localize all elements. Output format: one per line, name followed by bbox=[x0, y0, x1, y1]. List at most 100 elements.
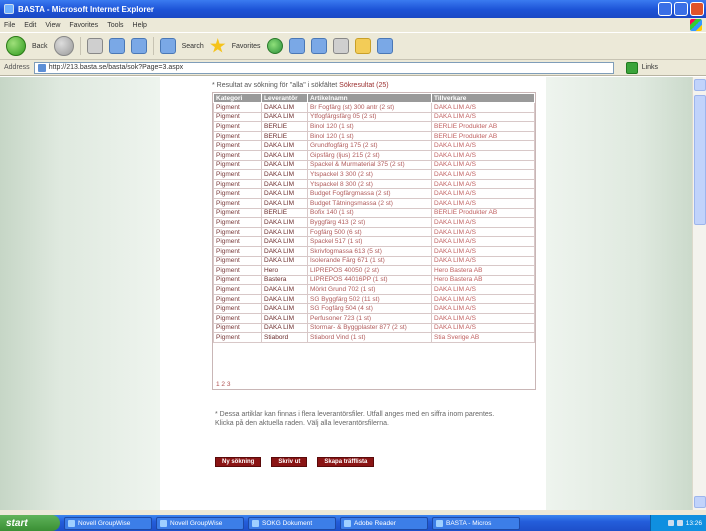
table-cell: DAKA LIM bbox=[261, 197, 308, 209]
pagination[interactable]: 1 2 3 bbox=[216, 381, 230, 388]
table-cell: Pigment bbox=[213, 265, 262, 276]
table-row[interactable]: Pigment BERLIE Binol 120 (1 st) BERLIE Prod… bbox=[213, 121, 535, 132]
print-icon[interactable] bbox=[332, 38, 349, 54]
messenger-icon[interactable] bbox=[376, 38, 393, 54]
favorites-label[interactable]: Favorites bbox=[232, 43, 261, 50]
table-cell: DAKA LIM A/S bbox=[431, 188, 535, 199]
media-icon[interactable] bbox=[266, 38, 283, 54]
table-row[interactable]: Pigment Bastera LIPREPOS 44016PP (1 st) Her… bbox=[213, 274, 535, 286]
results-heading-link[interactable]: Sökresultat (25) bbox=[339, 82, 388, 89]
scroll-thumb[interactable] bbox=[694, 95, 706, 225]
table-row[interactable]: Pigment Stiabord Stiabord Vind (1 st) Stia … bbox=[213, 332, 535, 343]
table-row[interactable]: Pigment DAKA LIM Fogfärg 500 (6 st) DAKA LI… bbox=[213, 226, 535, 238]
table-row[interactable]: Pigment DAKA LIM Budget Fogfärgmassa (2 st… bbox=[213, 188, 535, 199]
refresh-icon[interactable] bbox=[108, 38, 125, 54]
table-cell: Pigment bbox=[213, 274, 262, 286]
clock: 13:26 bbox=[685, 519, 702, 527]
table-row[interactable]: Pigment DAKA LIM Ytspackel 8 300 (2 st) DAK… bbox=[213, 178, 535, 190]
table-row[interactable]: Pigment DAKA LIM Ytfogfärgsfärg 05 (2 st) D… bbox=[213, 111, 535, 123]
results-table-body: Pigment DAKA LIM Br Fogfärg (st) 300 antr … bbox=[213, 102, 535, 343]
links-label[interactable]: Links bbox=[642, 64, 658, 71]
column-header[interactable]: Leverantör bbox=[261, 93, 308, 103]
print-button[interactable]: Skriv ut bbox=[271, 457, 308, 467]
table-cell: Pigment bbox=[213, 102, 262, 113]
mail-icon[interactable] bbox=[310, 38, 327, 54]
new-search-button[interactable]: Ny sökning bbox=[215, 457, 262, 467]
search-label[interactable]: Search bbox=[182, 43, 204, 50]
menu-help[interactable]: Help bbox=[133, 22, 147, 29]
menu-edit[interactable]: Edit bbox=[24, 22, 36, 29]
table-row[interactable]: Pigment DAKA LIM Isolerande Färg 671 (1 st… bbox=[213, 255, 535, 267]
folder-icon[interactable] bbox=[354, 38, 371, 54]
search-icon[interactable] bbox=[159, 38, 176, 54]
table-cell: DAKA LIM bbox=[261, 303, 308, 315]
table-row[interactable]: Pigment DAKA LIM Budget Tätningsmassa (2 s… bbox=[213, 197, 535, 209]
table-row[interactable]: Pigment DAKA LIM Byggfärg 413 (2 st) DAKA L… bbox=[213, 217, 535, 228]
taskbar-item[interactable]: Novell GroupWise bbox=[64, 516, 152, 530]
table-row[interactable]: Pigment DAKA LIM Mörkt Grund 702 (1 st) DAK… bbox=[213, 284, 535, 295]
tray-icon[interactable] bbox=[676, 520, 683, 526]
taskbar-item[interactable]: Novell GroupWise bbox=[156, 516, 244, 530]
table-row[interactable]: Pigment Hero LIPREPOS 40050 (2 st) Hero Bas… bbox=[213, 265, 535, 276]
table-row[interactable]: Pigment DAKA LIM Spackel 517 (1 st) DAKA LI… bbox=[213, 236, 535, 247]
table-cell: DAKA LIM A/S bbox=[431, 178, 535, 190]
table-cell: DAKA LIM bbox=[261, 284, 308, 295]
table-header-row: Kategori Leverantör Artikelnamn Tillverk… bbox=[213, 93, 535, 103]
taskbar: start Novell GroupWise Novell GroupWise … bbox=[0, 515, 706, 531]
minimize-button[interactable] bbox=[658, 2, 672, 16]
table-row[interactable]: Pigment DAKA LIM Stormar- & Byggplaster 87… bbox=[213, 322, 535, 334]
column-header[interactable]: Kategori bbox=[213, 93, 262, 103]
start-button[interactable]: start bbox=[0, 515, 60, 531]
window-titlebar[interactable]: BASTA - Microsoft Internet Explorer bbox=[0, 0, 706, 18]
favorites-star-icon[interactable] bbox=[210, 38, 226, 53]
menu-bar: File Edit View Favorites Tools Help bbox=[0, 18, 706, 32]
column-header[interactable]: Tillverkare bbox=[431, 93, 535, 103]
content-page: * Resultat av sökning för "alla" i sökfä… bbox=[160, 77, 546, 510]
taskbar-item[interactable]: BASTA - Micros bbox=[432, 516, 520, 530]
back-label[interactable]: Back bbox=[32, 43, 48, 50]
taskbar-item[interactable]: Adobe Reader bbox=[340, 516, 428, 530]
windows-logo-icon bbox=[690, 19, 702, 31]
table-row[interactable]: Pigment DAKA LIM Skrivfogmassa 613 (5 st) D… bbox=[213, 245, 535, 257]
table-cell: BERLIE Produkter AB bbox=[431, 207, 535, 219]
taskbar-item[interactable]: SOKG Dokument bbox=[248, 516, 336, 530]
table-cell: Pigment bbox=[213, 188, 262, 199]
menu-favorites[interactable]: Favorites bbox=[69, 22, 98, 29]
address-input[interactable]: http://213.basta.se/basta/sok?Page=3.asp… bbox=[33, 61, 614, 74]
stop-icon[interactable] bbox=[86, 38, 103, 54]
vertical-scrollbar[interactable] bbox=[692, 77, 706, 510]
menu-view[interactable]: View bbox=[45, 22, 60, 29]
menu-file[interactable]: File bbox=[4, 22, 15, 29]
back-button[interactable] bbox=[6, 36, 26, 56]
table-cell: Pigment bbox=[213, 159, 262, 171]
table-cell: Pigment bbox=[213, 197, 262, 209]
go-button[interactable] bbox=[625, 61, 638, 74]
table-row[interactable]: Pigment DAKA LIM Br Fogfärg (st) 300 antr … bbox=[213, 102, 535, 113]
create-hitlist-button[interactable]: Skapa träfflista bbox=[317, 457, 375, 467]
table-cell: DAKA LIM A/S bbox=[431, 255, 535, 267]
table-row[interactable]: Pigment DAKA LIM Perfusoner 723 (1 st) DAKA… bbox=[213, 313, 535, 324]
column-header[interactable]: Artikelnamn bbox=[307, 93, 432, 103]
tray-icon[interactable] bbox=[667, 520, 674, 526]
history-icon[interactable] bbox=[288, 38, 305, 54]
maximize-button[interactable] bbox=[674, 2, 688, 16]
close-button[interactable] bbox=[690, 2, 704, 16]
table-row[interactable]: Pigment DAKA LIM SG Byggfärg 502 (11 st) DA… bbox=[213, 293, 535, 305]
table-row[interactable]: Pigment DAKA LIM SG Fogfärg 504 (4 st) DAKA… bbox=[213, 303, 535, 315]
scroll-down-arrow-icon[interactable] bbox=[694, 496, 706, 508]
table-row[interactable]: Pigment DAKA LIM Spackel & Murmaterial 375… bbox=[213, 159, 535, 171]
table-row[interactable]: Pigment DAKA LIM Grundfogfärg 175 (2 st) DA… bbox=[213, 140, 535, 151]
table-cell: DAKA LIM A/S bbox=[431, 284, 535, 295]
menu-tools[interactable]: Tools bbox=[107, 22, 123, 29]
table-row[interactable]: Pigment BERLIE Bofix 140 (1 st) BERLIE Prod… bbox=[213, 207, 535, 219]
table-cell: Pigment bbox=[213, 111, 262, 123]
forward-button[interactable] bbox=[53, 36, 74, 56]
table-row[interactable]: Pigment BERLIE Binol 120 (1 st) BERLIE Prod… bbox=[213, 130, 535, 142]
table-cell: BERLIE bbox=[261, 207, 308, 219]
table-row[interactable]: Pigment DAKA LIM Ytspackel 3 300 (2 st) DAK… bbox=[213, 169, 535, 180]
table-cell: DAKA LIM A/S bbox=[431, 245, 535, 257]
scroll-up-arrow-icon[interactable] bbox=[694, 79, 706, 91]
table-cell: Hero Bastera AB bbox=[431, 265, 535, 276]
table-row[interactable]: Pigment DAKA LIM Gipsfärg (ljus) 215 (2 st… bbox=[213, 149, 535, 161]
home-icon[interactable] bbox=[130, 38, 147, 54]
